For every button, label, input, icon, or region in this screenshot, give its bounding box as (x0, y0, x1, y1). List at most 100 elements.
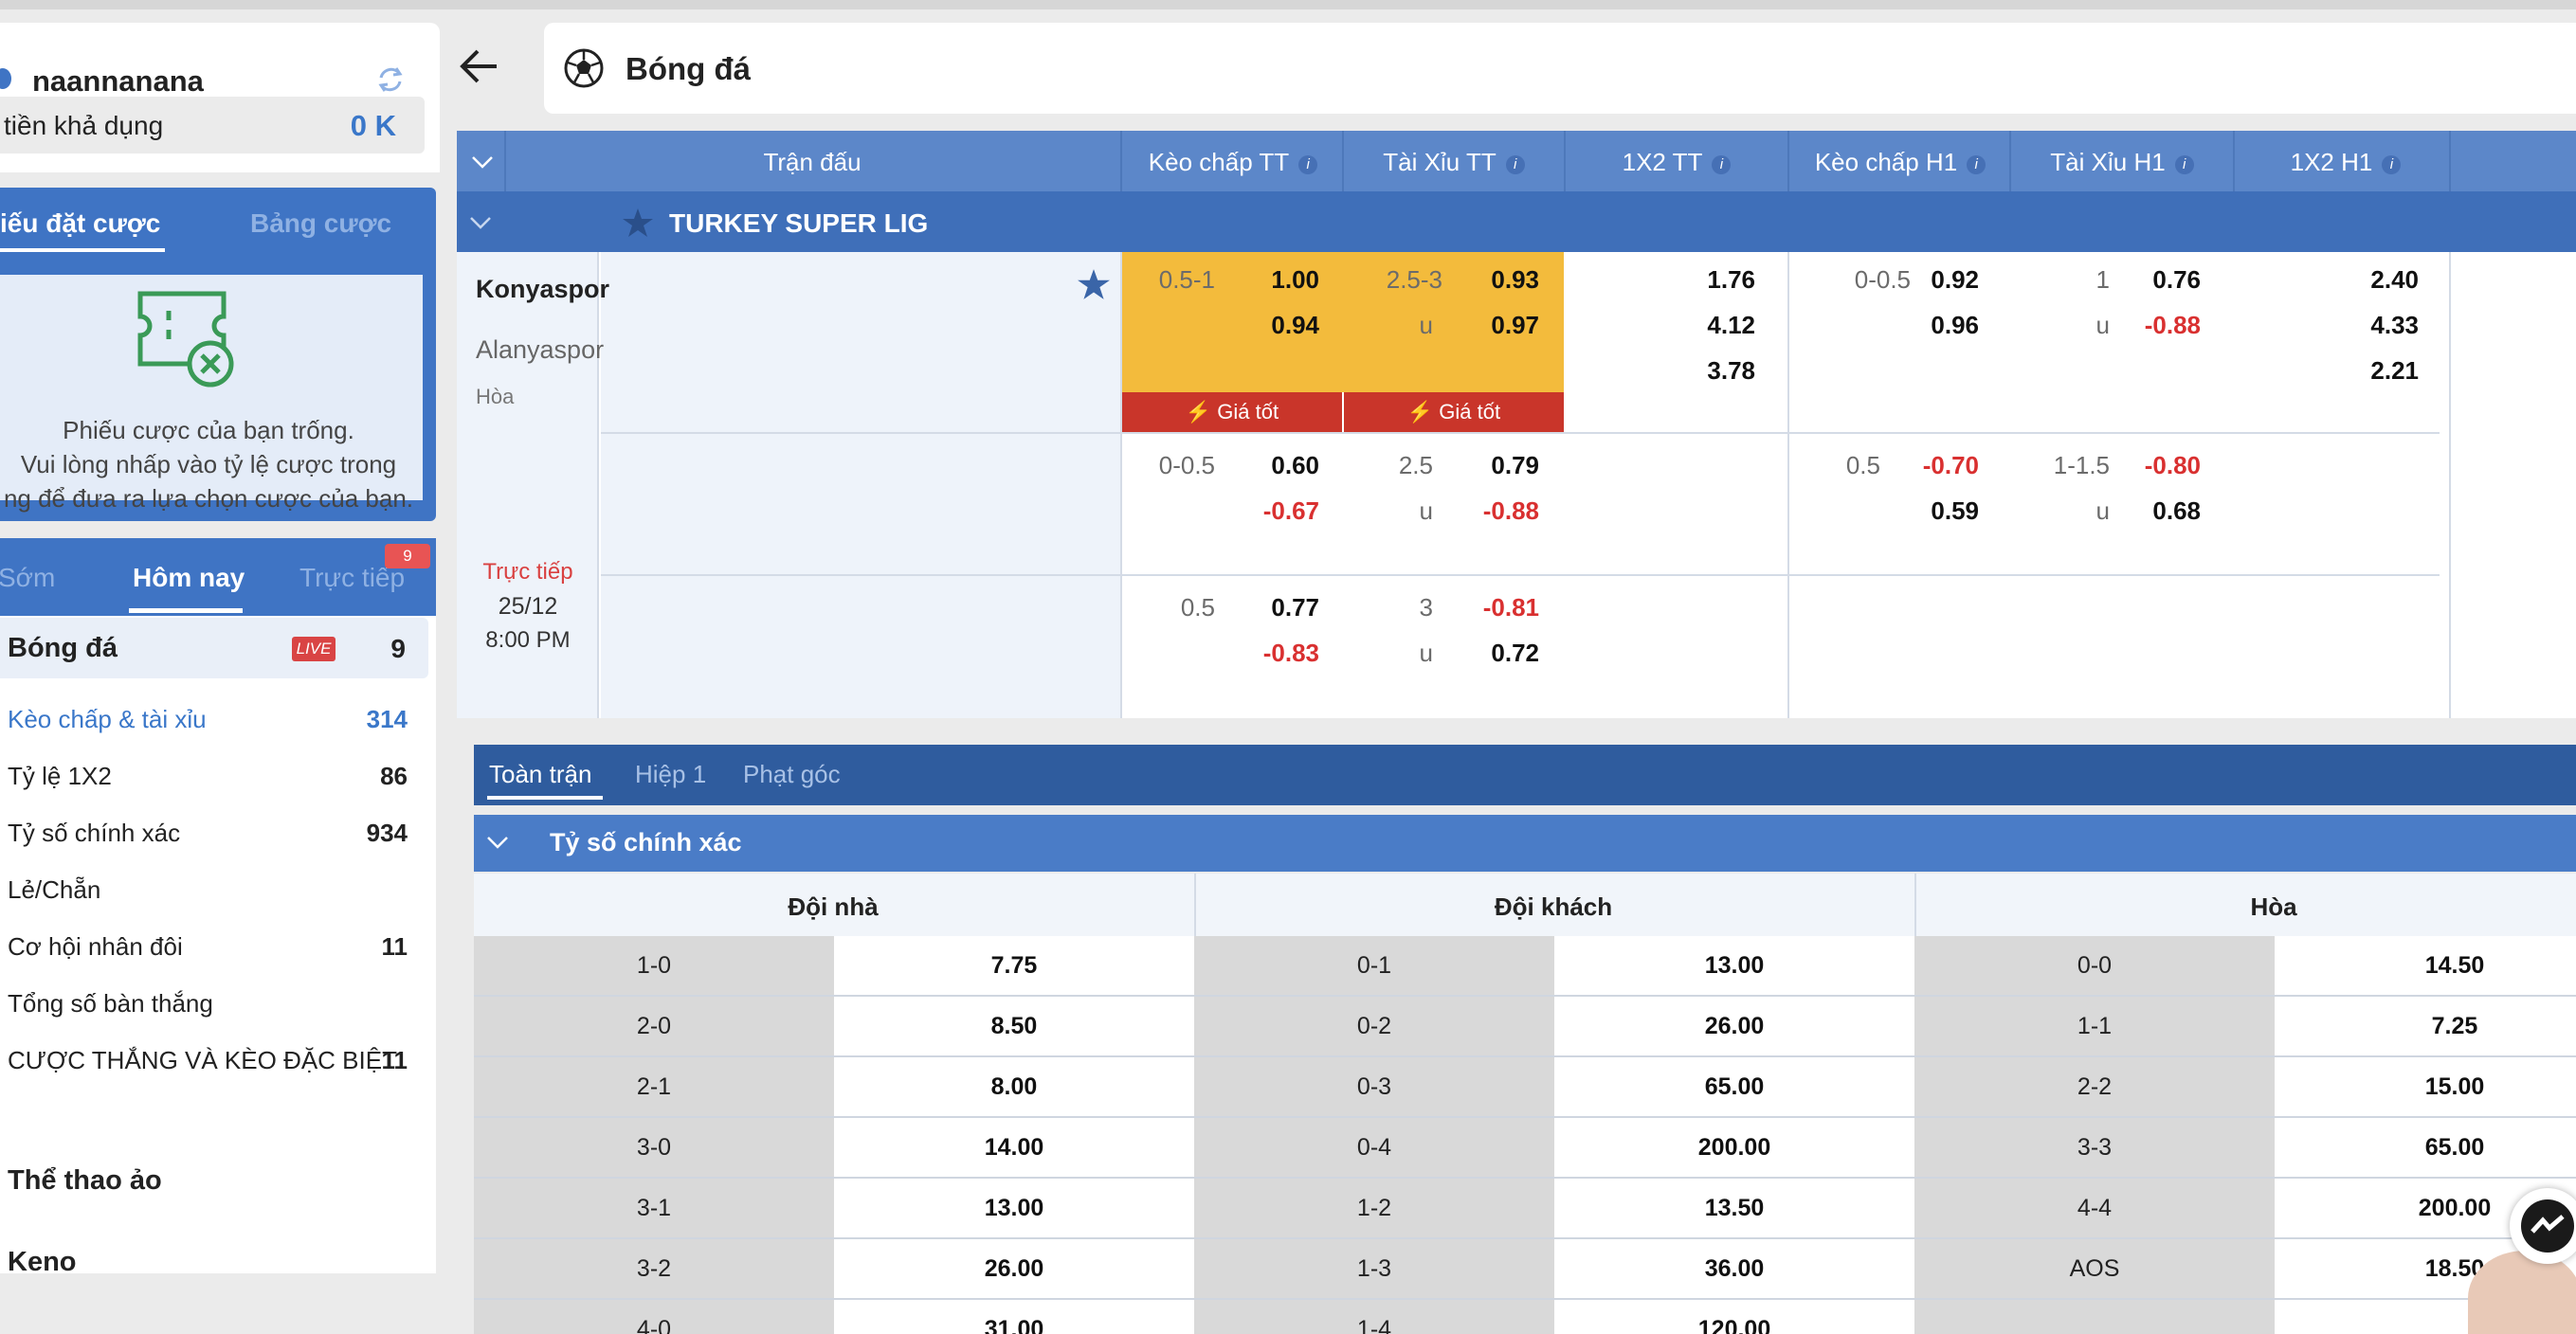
tab-full-match[interactable]: Toàn trận (489, 760, 591, 789)
odds-value[interactable]: 0.68 (2115, 496, 2201, 526)
odds-value[interactable]: 0.92 (1897, 265, 1979, 295)
odds-value[interactable]: 0.60 (1234, 451, 1319, 480)
correct-score-header[interactable]: Tỷ số chính xác (474, 815, 2576, 872)
group-keno[interactable]: Keno (8, 1247, 77, 1278)
market-item[interactable]: Tổng số bàn thắng (0, 980, 417, 1025)
market-tabs: Toàn trận Hiệp 1 Phạt góc (474, 745, 2576, 805)
score-odds[interactable]: 31.00 (834, 1300, 1194, 1334)
score-odds[interactable]: 26.00 (1554, 997, 1914, 1055)
score-odds[interactable]: 65.00 (2275, 1118, 2576, 1177)
odds-value[interactable]: -0.80 (2115, 451, 2201, 480)
score-label: 1-4 (1194, 1300, 1554, 1334)
odds-value[interactable]: 4.33 (2333, 311, 2419, 340)
score-odds[interactable]: 14.00 (834, 1118, 1194, 1177)
odds-value[interactable]: 0.59 (1897, 496, 1979, 526)
market-item[interactable]: Kèo chấp & tài xỉu 314 (0, 695, 417, 741)
section-title: Tỷ số chính xác (550, 828, 742, 856)
odds-value[interactable]: -0.88 (1454, 496, 1539, 526)
chevron-down-icon[interactable] (470, 150, 495, 174)
info-icon[interactable]: i (1298, 155, 1318, 174)
chevron-down-icon[interactable] (485, 830, 510, 855)
odds-value[interactable]: 0.97 (1454, 311, 1539, 340)
odds-value[interactable]: -0.88 (2115, 311, 2201, 340)
odds-value[interactable]: 0.96 (1897, 311, 1979, 340)
score-odds[interactable]: 13.50 (1554, 1179, 1914, 1237)
score-odds[interactable]: 13.00 (1554, 936, 1914, 995)
tab-corners[interactable]: Phạt góc (743, 760, 841, 789)
odds-value[interactable]: 4.12 (1670, 311, 1755, 340)
score-odds[interactable]: 36.00 (1554, 1239, 1914, 1298)
soccer-ball-icon (564, 48, 604, 88)
info-icon[interactable]: i (2174, 155, 2194, 174)
tab-today[interactable]: Hôm nay (133, 563, 245, 593)
odds-value[interactable]: 0.94 (1234, 311, 1319, 340)
odds-value[interactable]: -0.67 (1234, 496, 1319, 526)
messenger-chat-button[interactable] (2510, 1188, 2576, 1264)
score-odds[interactable]: 13.00 (834, 1179, 1194, 1237)
market-item[interactable]: Tỷ số chính xác 934 (0, 809, 417, 855)
score-odds[interactable]: 7.75 (834, 936, 1194, 995)
market-item[interactable]: Tỷ lệ 1X2 86 (0, 752, 417, 798)
correct-score-grid: 1-0 7.75 0-1 13.00 0-0 14.50 2-0 8.50 0-… (474, 936, 2576, 1334)
score-odds[interactable]: 200.00 (1554, 1118, 1914, 1177)
odds-value[interactable]: 1.00 (1234, 265, 1319, 295)
odds-value[interactable]: 3.78 (1670, 356, 1755, 386)
score-odds[interactable]: 65.00 (1554, 1057, 1914, 1116)
odds-value[interactable]: 2.21 (2333, 356, 2419, 386)
market-item[interactable]: Lẻ/Chẵn (0, 866, 417, 911)
live-status: Trực tiếp (482, 559, 573, 585)
tab-bet-slip[interactable]: iếu đặt cược (0, 208, 160, 239)
score-odds[interactable]: 15.00 (2275, 1057, 2576, 1116)
odds-value[interactable]: -0.83 (1234, 639, 1319, 668)
star-icon[interactable] (622, 207, 654, 239)
odds-value[interactable]: 1.76 (1670, 265, 1755, 295)
sport-item-football[interactable]: Bóng đá LIVE 9 (0, 618, 428, 678)
balance-label: tiền khả dụng (4, 111, 164, 140)
page-header: Bóng đá (544, 23, 2576, 114)
tab-bet-table[interactable]: Bảng cược (250, 208, 391, 239)
odds-value[interactable]: 0.76 (2115, 265, 2201, 295)
away-team[interactable]: Alanyaspor (476, 335, 604, 365)
lightning-icon: ⚡ (1406, 400, 1434, 424)
odds-value[interactable]: 2.40 (2333, 265, 2419, 295)
hcap-line: 0.5 (1180, 593, 1215, 622)
bet-slip: iếu đặt cược Bảng cược Phiếu cược của bạ… (0, 188, 436, 521)
tab-early[interactable]: Sớm (0, 563, 55, 593)
score-label: 1-3 (1194, 1239, 1554, 1298)
score-odds[interactable]: 7.25 (2275, 997, 2576, 1055)
sports-menu: Sớm Hôm nay Trực tiếp Bóng đá LIVE 9 Kèo… (0, 538, 436, 1277)
score-odds[interactable]: 8.50 (834, 997, 1194, 1055)
odds-value[interactable]: -0.70 (1897, 451, 1979, 480)
home-team[interactable]: Konyaspor (476, 275, 609, 304)
ou-line: 3 (1419, 593, 1433, 622)
info-icon[interactable]: i (1967, 155, 1986, 174)
league-row[interactable]: TURKEY SUPER LIG (457, 191, 2576, 252)
score-odds[interactable]: 26.00 (834, 1239, 1194, 1298)
info-icon[interactable]: i (1505, 155, 1525, 174)
odds-value[interactable]: 0.93 (1454, 265, 1539, 295)
favorite-star-icon[interactable] (1077, 267, 1111, 301)
score-odds[interactable]: 14.50 (2275, 936, 2576, 995)
score-odds[interactable]: 120.00 (1554, 1300, 1914, 1334)
live-count-badge: 9 (385, 544, 430, 568)
chevron-down-icon[interactable] (468, 210, 493, 235)
balance-value: 0 K (350, 109, 396, 142)
messenger-icon (2521, 1199, 2574, 1253)
info-icon[interactable]: i (2382, 155, 2402, 174)
odds-value[interactable]: 0.77 (1234, 593, 1319, 622)
ou-line: 2.5 (1398, 451, 1433, 479)
tab-first-half[interactable]: Hiệp 1 (635, 760, 706, 789)
teams-cell (601, 252, 1120, 718)
market-item[interactable]: CƯỢC THẮNG VÀ KÈO ĐẶC BIỆT 11 (0, 1037, 417, 1082)
refresh-icon[interactable] (373, 63, 408, 97)
live-tag: LIVE (292, 637, 336, 661)
odds-value[interactable]: 0.72 (1454, 639, 1539, 668)
odds-value[interactable]: -0.81 (1454, 593, 1539, 622)
back-arrow-icon[interactable] (459, 45, 500, 87)
odds-value[interactable]: 0.79 (1454, 451, 1539, 480)
info-icon[interactable]: i (1712, 155, 1732, 174)
score-label (1914, 1300, 2275, 1334)
score-odds[interactable]: 8.00 (834, 1057, 1194, 1116)
group-virtual-sports[interactable]: Thể thao ảo (8, 1165, 162, 1197)
market-item[interactable]: Cơ hội nhân đôi 11 (0, 923, 417, 968)
